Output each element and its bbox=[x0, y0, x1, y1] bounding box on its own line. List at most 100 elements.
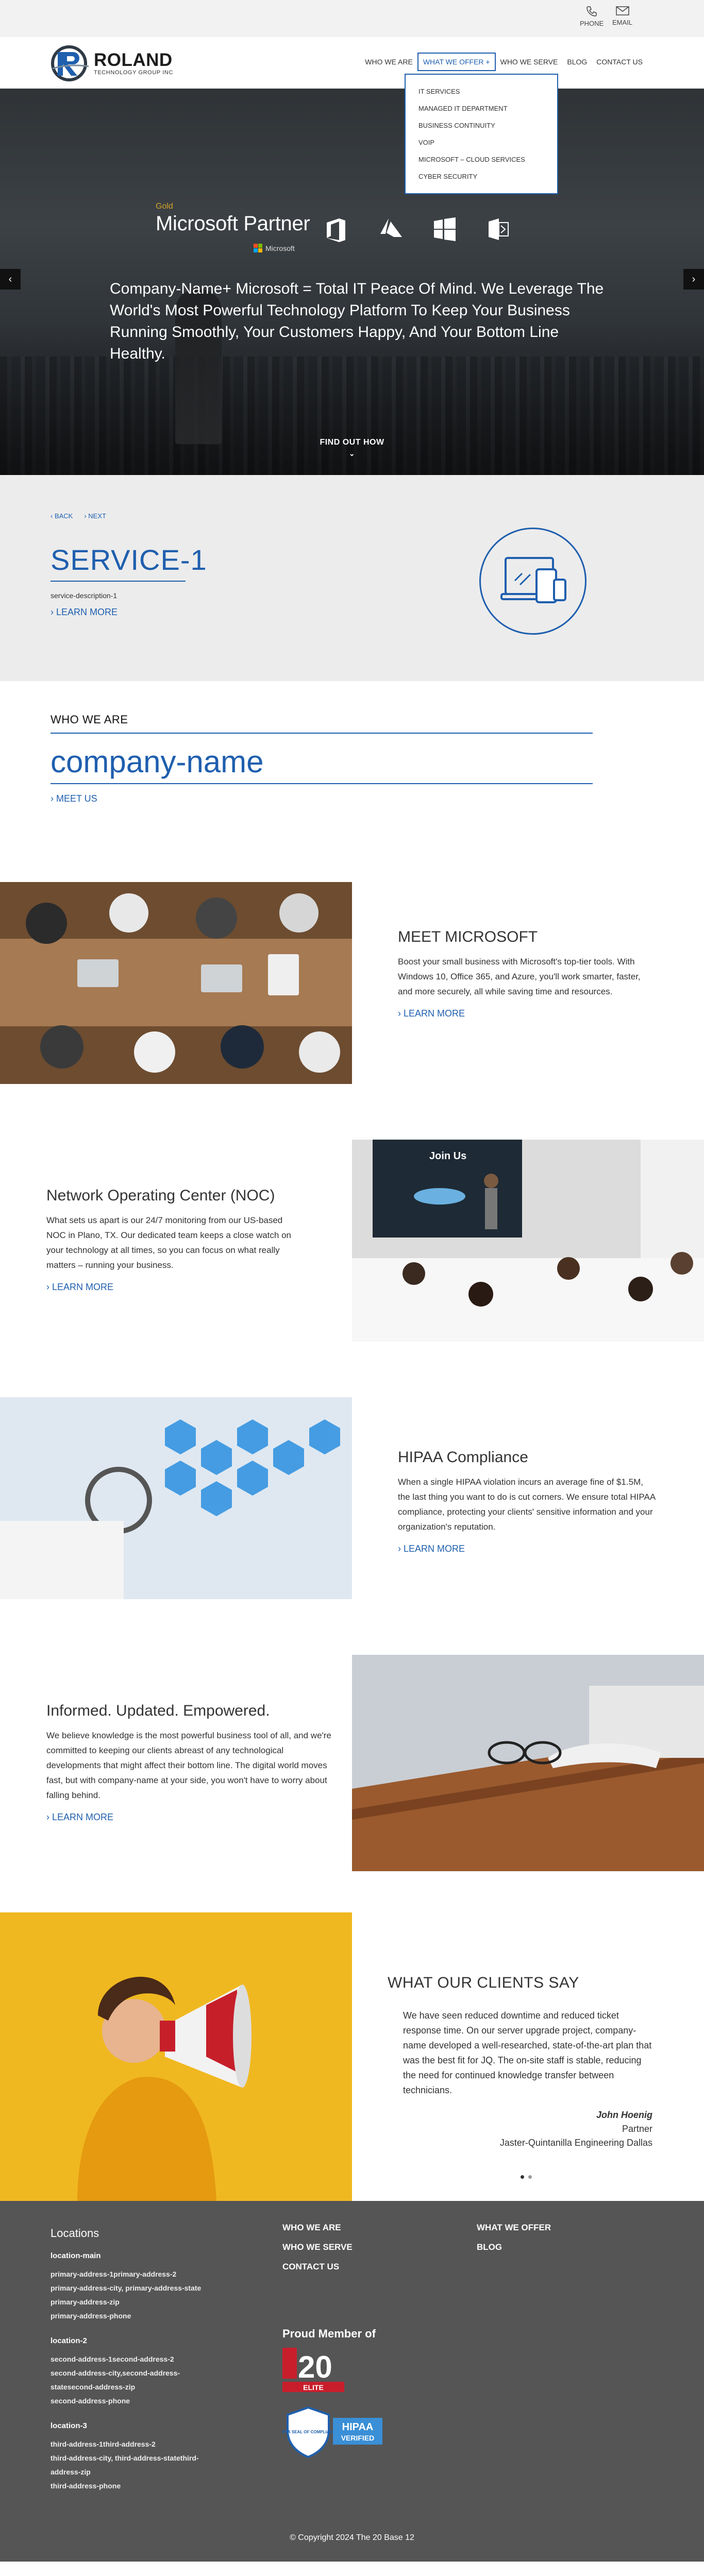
logo-name: ROLAND bbox=[94, 50, 173, 70]
address-line: second-address-city,second-address- bbox=[51, 2369, 180, 2377]
service-description: service-description-1 bbox=[51, 591, 118, 600]
feature-text: Informed. Updated. Empowered. We believe… bbox=[46, 1702, 335, 1823]
footer-links-col-1: WHO WE ARE WHO WE SERVE CONTACT US bbox=[282, 2223, 353, 2281]
feature-title: MEET MICROSOFT bbox=[398, 928, 538, 945]
location-group: location-main primary-address-1primary-a… bbox=[51, 2251, 272, 2323]
footer-link-contact-us[interactable]: CONTACT US bbox=[282, 2262, 353, 2272]
hipaa-verified-badge: HIPAA SEAL OF COMPLIANCE HIPAA VERIFIED bbox=[282, 2406, 382, 2459]
feature-body: What sets us apart is our 24/7 monitorin… bbox=[46, 1215, 291, 1270]
footer-link-blog[interactable]: BLOG bbox=[477, 2242, 551, 2252]
azure-icon bbox=[380, 218, 402, 237]
services-carousel: ‹ BACK › NEXT SERVICE-1 service-descript… bbox=[0, 475, 704, 681]
dropdown-item-microsoft-cloud[interactable]: MICROSOFT – CLOUD SERVICES bbox=[406, 151, 557, 168]
testimonial-author: John Hoenig bbox=[596, 2110, 652, 2120]
feature-meet-microsoft: MEET MICROSOFT Boost your small business… bbox=[0, 882, 704, 1140]
nav-what-we-offer[interactable]: WHAT WE OFFER + bbox=[417, 53, 496, 71]
feature-title: Informed. Updated. Empowered. bbox=[46, 1702, 270, 1719]
the-20-elite-badge: 20 ELITE bbox=[282, 2348, 344, 2392]
address-line: statesecond-address-zip bbox=[51, 2383, 136, 2391]
site-footer: Locations location-main primary-address-… bbox=[0, 2201, 704, 2562]
meet-us-link[interactable]: › MEET US bbox=[51, 793, 97, 804]
email-label: EMAIL bbox=[612, 19, 633, 26]
partner-title: Microsoft Partner bbox=[156, 212, 310, 235]
logo[interactable]: ROLAND TECHNOLOGY GROUP INC bbox=[51, 45, 173, 82]
service-learn-more-link[interactable]: › LEARN MORE bbox=[51, 607, 118, 618]
hero-prev-button[interactable]: ‹ bbox=[0, 269, 21, 290]
testimonial-role: Partner bbox=[622, 2124, 652, 2134]
feature-noc: Network Operating Center (NOC) What sets… bbox=[0, 1140, 704, 1397]
find-out-how-link[interactable]: FIND OUT HOW ⌄ bbox=[0, 438, 704, 458]
address-phone[interactable]: third-address-phone bbox=[51, 2479, 272, 2493]
pager-dot-active[interactable] bbox=[521, 2175, 524, 2179]
site-header: ROLAND TECHNOLOGY GROUP INC WHO WE ARE W… bbox=[0, 37, 704, 89]
feature-learn-more-link[interactable]: › LEARN MORE bbox=[398, 1544, 656, 1554]
email-link[interactable]: EMAIL bbox=[612, 5, 632, 26]
phone-link[interactable]: PHONE bbox=[580, 5, 604, 27]
locations-heading: Locations bbox=[51, 2227, 99, 2240]
hero-slider: Gold Microsoft Partner Microsoft Company… bbox=[0, 89, 704, 475]
pager-dot[interactable] bbox=[528, 2175, 532, 2179]
services-pager: ‹ BACK › NEXT bbox=[51, 512, 106, 520]
location-group: location-2 second-address-1second-addres… bbox=[51, 2336, 272, 2408]
hero-next-button[interactable]: › bbox=[683, 269, 704, 290]
utility-bar: PHONE EMAIL bbox=[0, 0, 704, 37]
main-nav: WHO WE ARE WHAT WE OFFER + WHO WE SERVE … bbox=[360, 53, 647, 71]
devices-circle-icon bbox=[479, 528, 586, 635]
address-phone[interactable]: primary-address-phone bbox=[51, 2309, 272, 2323]
feature-body: We believe knowledge is the most powerfu… bbox=[46, 1731, 331, 1800]
partner-brand: Microsoft bbox=[265, 244, 295, 252]
dropdown-item-it-services[interactable]: IT SERVICES bbox=[406, 83, 557, 100]
chevron-right-icon: › bbox=[692, 273, 696, 285]
location-name: location-3 bbox=[51, 2421, 87, 2430]
feature-body: Boost your small business with Microsoft… bbox=[398, 957, 641, 996]
badge-hipaa: HIPAA bbox=[342, 2421, 374, 2433]
chevron-left-icon: ‹ bbox=[8, 273, 12, 285]
dropdown-item-managed-it[interactable]: MANAGED IT DEPARTMENT bbox=[406, 100, 557, 117]
nav-who-we-are[interactable]: WHO WE ARE bbox=[360, 54, 417, 70]
who-we-are-section: WHO WE ARE company-name › MEET US bbox=[0, 681, 704, 882]
feature-learn-more-link[interactable]: › LEARN MORE bbox=[398, 1008, 656, 1019]
feature-learn-more-link[interactable]: › LEARN MORE bbox=[46, 1812, 335, 1823]
services-next-button[interactable]: › NEXT bbox=[84, 512, 106, 520]
dropdown-item-cyber-security[interactable]: CYBER SECURITY bbox=[406, 168, 557, 185]
feature-hipaa: HIPAA Compliance When a single HIPAA vio… bbox=[0, 1397, 704, 1655]
who-we-are-heading: WHO WE ARE bbox=[51, 713, 128, 726]
badge-seal: HIPAA SEAL OF COMPLIANCE bbox=[282, 2430, 339, 2434]
nav-blog[interactable]: BLOG bbox=[562, 54, 592, 70]
feature-title: Network Operating Center (NOC) bbox=[46, 1187, 275, 1204]
badge-20: 20 bbox=[298, 2350, 332, 2384]
nav-who-we-serve[interactable]: WHO WE SERVE bbox=[496, 54, 563, 70]
footer-link-what-we-offer[interactable]: WHAT WE OFFER bbox=[477, 2223, 551, 2233]
location-name: location-2 bbox=[51, 2336, 87, 2345]
feature-learn-more-link[interactable]: › LEARN MORE bbox=[46, 1282, 304, 1293]
divider bbox=[51, 733, 593, 734]
phone-label: PHONE bbox=[580, 20, 604, 27]
footer-locations: Locations location-main primary-address-… bbox=[51, 2227, 272, 2506]
service-title-underline bbox=[51, 581, 186, 582]
services-back-button[interactable]: ‹ BACK bbox=[51, 512, 73, 520]
what-we-offer-dropdown: IT SERVICES MANAGED IT DEPARTMENT BUSINE… bbox=[405, 74, 558, 194]
feature-text: HIPAA Compliance When a single HIPAA vio… bbox=[398, 1449, 656, 1554]
address-line: primary-address-zip bbox=[51, 2298, 120, 2306]
nav-what-we-offer-label: WHAT WE OFFER bbox=[423, 58, 484, 66]
address-line: primary-address-1primary-address-2 bbox=[51, 2270, 177, 2278]
office-icon bbox=[327, 218, 345, 242]
find-out-label: FIND OUT HOW bbox=[320, 438, 384, 447]
dropdown-item-voip[interactable]: VOIP bbox=[406, 134, 557, 151]
footer-link-who-we-are[interactable]: WHO WE ARE bbox=[282, 2223, 353, 2233]
desk-illustration bbox=[352, 1655, 704, 1871]
company-name: company-name bbox=[51, 744, 264, 779]
desk-image bbox=[352, 1655, 704, 1871]
nav-contact-us[interactable]: CONTACT US bbox=[592, 54, 647, 70]
address-line: primary-address-city, primary-address-st… bbox=[51, 2284, 202, 2292]
medical-icons-image bbox=[0, 1397, 352, 1599]
footer-link-who-we-serve[interactable]: WHO WE SERVE bbox=[282, 2242, 353, 2252]
logo-tagline: TECHNOLOGY GROUP INC bbox=[94, 70, 174, 76]
feature-title: HIPAA Compliance bbox=[398, 1449, 528, 1466]
address-phone[interactable]: second-address-phone bbox=[51, 2394, 272, 2408]
testimonial-quote: We have seen reduced downtime and reduce… bbox=[403, 2010, 652, 2095]
dropdown-item-business-continuity[interactable]: BUSINESS CONTINUITY bbox=[406, 117, 557, 134]
location-group: location-3 third-address-1third-address-… bbox=[51, 2421, 272, 2493]
exchange-icon bbox=[489, 218, 509, 240]
copyright: © Copyright 2024 The 20 Base 12 bbox=[290, 2533, 414, 2542]
